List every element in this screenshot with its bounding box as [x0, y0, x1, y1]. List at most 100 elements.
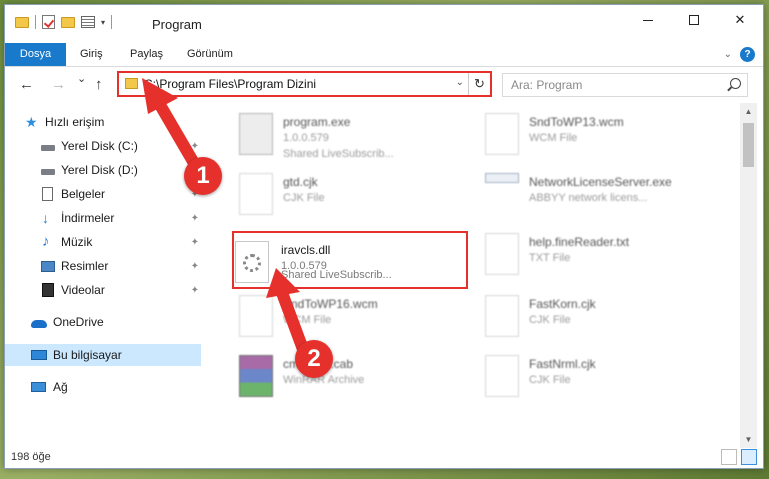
minimize-icon: [643, 19, 653, 21]
list-item[interactable]: NetworkLicenseServer.exe ABBYY network l…: [471, 165, 721, 221]
file-name: NetworkLicenseServer.exe: [529, 175, 672, 189]
file-icon: [485, 355, 519, 397]
list-item[interactable]: program.exe 1.0.0.579 Shared LiveSubscri…: [225, 105, 475, 161]
navigation-pane: ★ Hızlı erişim Yerel Disk (C:) ✦ Yerel D…: [5, 103, 210, 448]
address-dropdown-icon[interactable]: ⌄: [456, 77, 464, 88]
file-version: 1.0.0.579: [283, 132, 329, 144]
scroll-up-icon[interactable]: ▲: [740, 103, 757, 120]
sidebar-item-network[interactable]: Ağ: [5, 376, 205, 398]
archive-icon: [239, 355, 273, 397]
file-name: help.fineReader.txt: [529, 235, 630, 249]
file-type: TXT File: [529, 252, 571, 264]
documents-icon: [42, 187, 53, 201]
file-icon: [239, 173, 273, 215]
pin-icon[interactable]: ✦: [191, 285, 199, 296]
file-name: gtd.cjk: [283, 175, 318, 189]
sidebar-item-quick-access[interactable]: ★ Hızlı erişim: [5, 111, 205, 133]
sidebar-item-label: Yerel Disk (D:): [61, 163, 138, 177]
ribbon-tabs: Dosya Giriş Paylaş Görünüm ⌄ ?: [5, 43, 763, 67]
folder-icon[interactable]: [15, 16, 29, 28]
sidebar-item-music[interactable]: ♪ Müzik ✦: [5, 231, 205, 253]
pin-icon[interactable]: ✦: [191, 141, 199, 152]
close-button[interactable]: ✕: [717, 5, 763, 35]
separator: [111, 15, 113, 29]
step-badge-2: 2: [295, 340, 333, 378]
customize-toolbar-caret-icon[interactable]: ▾: [101, 18, 105, 27]
file-icon: [485, 113, 519, 155]
sidebar-item-documents[interactable]: Belgeler ✦: [5, 183, 205, 205]
pictures-icon: [41, 260, 55, 272]
explorer-window: ▾ Program ✕ Dosya Giriş Paylaş Görünüm ⌄…: [4, 4, 764, 469]
drive-icon: [41, 145, 55, 151]
details-view-icon[interactable]: [721, 449, 737, 465]
recent-locations-icon[interactable]: ⌄: [77, 72, 86, 85]
list-item[interactable]: SndToWP13.wcm WCM File: [471, 105, 721, 161]
search-icon[interactable]: [730, 78, 741, 89]
file-type: CJK File: [529, 314, 571, 326]
sidebar-item-local-disk-d[interactable]: Yerel Disk (D:) ✦: [5, 159, 205, 181]
sidebar-item-label: Ağ: [53, 380, 68, 394]
tab-home[interactable]: Giriş: [70, 43, 113, 66]
file-icon: [239, 295, 273, 337]
tiles-view-icon[interactable]: [741, 449, 757, 465]
vertical-scrollbar[interactable]: ▲ ▼: [740, 103, 757, 448]
network-icon: [31, 382, 46, 392]
list-item[interactable]: FastKorn.cjk CJK File: [471, 287, 721, 343]
videos-icon: [42, 283, 54, 297]
new-folder-icon[interactable]: [61, 16, 75, 28]
pin-icon[interactable]: ✦: [191, 237, 199, 248]
sidebar-item-label: Videolar: [61, 283, 105, 297]
file-icon: [485, 295, 519, 337]
pin-icon[interactable]: ✦: [191, 213, 199, 224]
sidebar-item-this-pc[interactable]: Bu bilgisayar: [5, 344, 201, 366]
separator: [35, 15, 36, 29]
expand-ribbon-icon[interactable]: ⌄: [724, 49, 732, 60]
back-arrow-icon[interactable]: ←: [19, 76, 34, 93]
list-item[interactable]: help.fineReader.txt TXT File: [471, 225, 721, 281]
sidebar-item-local-disk-c[interactable]: Yerel Disk (C:) ✦: [5, 135, 205, 157]
list-item[interactable]: gtd.cjk CJK File: [225, 165, 475, 221]
tab-file[interactable]: Dosya: [5, 43, 66, 66]
sidebar-item-pictures[interactable]: Resimler ✦: [5, 255, 205, 277]
sidebar-item-label: Hızlı erişim: [45, 115, 105, 129]
sidebar-item-onedrive[interactable]: OneDrive: [5, 311, 205, 333]
file-name: program.exe: [283, 115, 351, 129]
help-icon[interactable]: ?: [740, 47, 755, 62]
scroll-thumb[interactable]: [743, 123, 754, 167]
list-item[interactable]: cmdlines.cab WinRAR Archive: [225, 347, 475, 403]
address-bar[interactable]: C:\Program Files\Program Dizini ⌄ ↻: [117, 71, 492, 97]
pin-icon[interactable]: ✦: [191, 261, 199, 272]
forward-arrow-icon[interactable]: →: [51, 76, 66, 93]
file-name: FastNrml.cjk: [529, 357, 596, 371]
status-bar: 198 öğe: [5, 446, 763, 468]
drive-icon: [41, 169, 55, 175]
exe-file-icon: [239, 113, 273, 155]
sidebar-item-label: Yerel Disk (C:): [61, 139, 138, 153]
properties-check-icon[interactable]: [42, 15, 55, 29]
refresh-icon[interactable]: ↻: [468, 73, 490, 95]
search-input[interactable]: Ara: Program: [502, 73, 748, 97]
list-item[interactable]: FastNrml.cjk CJK File: [471, 347, 721, 403]
file-type: CJK File: [529, 374, 571, 386]
tab-view[interactable]: Görünüm: [177, 43, 243, 66]
navigation-bar: ← → ⌄ ↑ C:\Program Files\Program Dizini …: [5, 68, 763, 102]
computer-icon: [31, 350, 47, 360]
sidebar-item-label: İndirmeler: [61, 211, 115, 225]
file-name: SndToWP13.wcm: [529, 115, 624, 129]
sidebar-item-downloads[interactable]: ↓ İndirmeler ✦: [5, 207, 205, 229]
file-icon: [485, 233, 519, 275]
list-item[interactable]: SndToWP16.wcm WCM File: [225, 287, 475, 343]
sidebar-item-label: Müzik: [61, 235, 93, 249]
step-badge-1: 1: [184, 157, 222, 195]
file-highlight-box: [232, 231, 468, 289]
sidebar-item-label: Bu bilgisayar: [53, 348, 122, 362]
address-path[interactable]: C:\Program Files\Program Dizini: [144, 77, 316, 91]
maximize-button[interactable]: [671, 5, 717, 35]
close-icon: ✕: [734, 12, 746, 27]
minimize-button[interactable]: [625, 5, 671, 35]
tab-share[interactable]: Paylaş: [120, 43, 173, 66]
up-arrow-icon[interactable]: ↑: [95, 76, 103, 93]
properties-icon[interactable]: [81, 16, 95, 28]
file-name: FastKorn.cjk: [529, 297, 596, 311]
sidebar-item-videos[interactable]: Videolar ✦: [5, 279, 205, 301]
